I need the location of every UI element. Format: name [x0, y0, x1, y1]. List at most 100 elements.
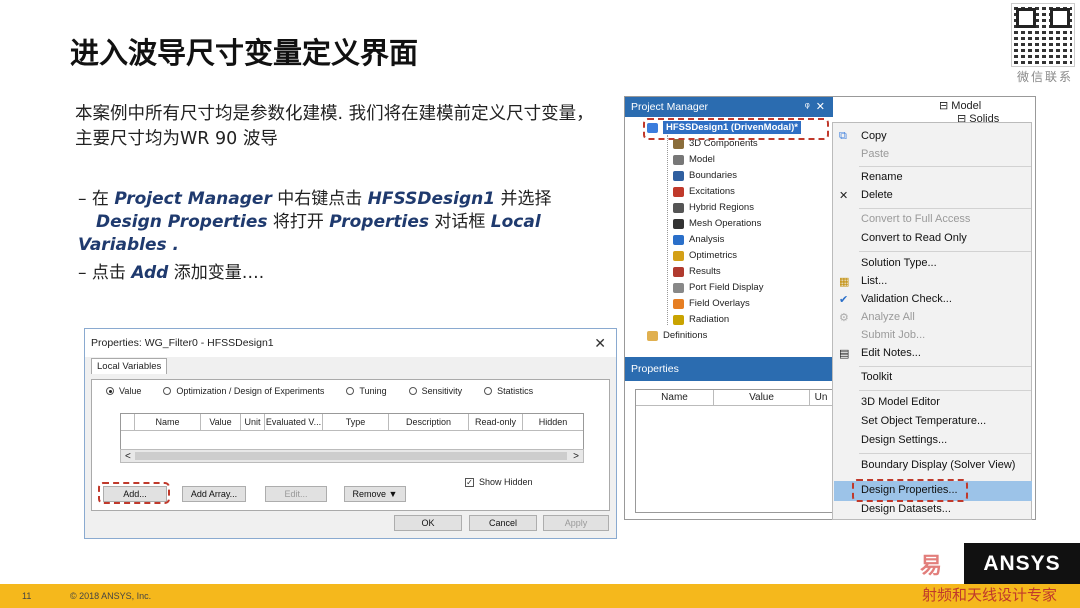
tree-item-optimetrics[interactable]: Optimetrics	[673, 250, 737, 261]
menu-item-convert-full-access[interactable]: Convert to Full Access	[861, 213, 970, 225]
tree-item-results[interactable]: Results	[673, 266, 721, 277]
properties-pane-title: Properties	[625, 357, 833, 381]
add-array-button[interactable]: Add Array...	[182, 486, 246, 502]
menu-item-paste[interactable]: Paste	[861, 148, 889, 160]
menu-item-rename[interactable]: Rename	[861, 171, 903, 183]
menu-item-submit-job[interactable]: Submit Job...	[861, 329, 925, 341]
menu-item-copy[interactable]: Copy	[861, 130, 887, 142]
tree-item-analysis[interactable]: Analysis	[673, 234, 724, 245]
cancel-button[interactable]: Cancel	[469, 515, 537, 531]
page-number: 11	[22, 591, 32, 601]
close-icon[interactable]: ✕	[816, 101, 825, 113]
column-header[interactable]: Value	[201, 414, 241, 430]
menu-item-analyze-all[interactable]: Analyze All	[861, 311, 915, 323]
remove-button[interactable]: Remove ▼	[344, 486, 406, 502]
results-icon	[673, 266, 684, 277]
copyright: © 2018 ANSYS, Inc.	[70, 591, 152, 601]
tree-label: Model	[951, 100, 982, 112]
scroll-right-icon[interactable]: >	[573, 451, 579, 462]
bullet-emphasis: Add	[131, 263, 169, 283]
radio-optimization[interactable]: Optimization / Design of Experiments	[163, 386, 324, 396]
slide-footer: 11 © 2018 ANSYS, Inc.	[0, 584, 1080, 608]
bullet-emphasis: Project Manager	[114, 189, 272, 209]
edit-button[interactable]: Edit...	[265, 486, 327, 502]
mode-radio-group: Value Optimization / Design of Experimen…	[106, 386, 555, 396]
bullet-emphasis: Properties	[329, 212, 429, 232]
tree-item-field-overlays[interactable]: Field Overlays	[673, 298, 750, 309]
menu-item-edit-notes[interactable]: Edit Notes...	[861, 347, 921, 359]
menu-item-design-datasets[interactable]: Design Datasets...	[861, 503, 951, 515]
field-overlays-icon	[673, 298, 684, 309]
column-header[interactable]: Description	[389, 414, 469, 430]
remove-label: Remove	[352, 489, 387, 499]
radio-icon	[408, 387, 417, 395]
list-icon: ▦	[839, 276, 850, 288]
radio-label: Optimization / Design of Experiments	[176, 386, 325, 396]
model-icon	[673, 154, 684, 165]
tree-line	[667, 135, 668, 325]
radio-sensitivity[interactable]: Sensitivity	[408, 386, 462, 396]
column-header[interactable]: Value	[714, 390, 810, 405]
column-header[interactable]: Unit	[241, 414, 265, 430]
show-hidden-checkbox[interactable]: ✓ Show Hidden	[465, 477, 533, 487]
menu-item-validation-check[interactable]: Validation Check...	[861, 293, 952, 305]
ok-button[interactable]: OK	[394, 515, 462, 531]
analyze-icon: ⚙	[839, 312, 849, 324]
radio-tuning[interactable]: Tuning	[346, 386, 387, 396]
menu-item-3d-model-editor[interactable]: 3D Model Editor	[861, 396, 940, 408]
menu-item-toolkit[interactable]: Toolkit	[861, 371, 892, 383]
tree-item-boundaries[interactable]: Boundaries	[673, 170, 737, 181]
column-header[interactable]: Hidden	[523, 414, 583, 430]
menu-item-boundary-display[interactable]: Boundary Display (Solver View)	[861, 459, 1015, 471]
dialog-title: Properties: WG_Filter0 - HFSSDesign1	[85, 329, 616, 357]
qr-code-image	[1011, 3, 1075, 67]
tree-label: Hybrid Regions	[689, 202, 754, 213]
column-header[interactable]: Evaluated V...	[265, 414, 323, 430]
model-tree-root[interactable]: ⊟ Model	[939, 99, 999, 112]
menu-item-set-object-temperature[interactable]: Set Object Temperature...	[861, 415, 986, 427]
tree-item-radiation[interactable]: Radiation	[673, 314, 729, 325]
analysis-icon	[673, 234, 684, 245]
tree-item-mesh-operations[interactable]: Mesh Operations	[673, 218, 761, 229]
bullet-text: 对话框	[428, 212, 491, 232]
scroll-thumb[interactable]	[135, 452, 567, 460]
properties-table[interactable]: Name Value Un	[635, 389, 833, 513]
tree-label: Field Overlays	[689, 298, 750, 309]
column-header[interactable]: Type	[323, 414, 389, 430]
bullet-text: 将打开	[267, 212, 330, 232]
menu-separator	[859, 208, 1031, 209]
menu-item-solution-type[interactable]: Solution Type...	[861, 257, 937, 269]
project-tree: HFSSDesign1 (DrivenModal)* 3D Components…	[625, 117, 833, 349]
tree-item-hybrid-regions[interactable]: Hybrid Regions	[673, 202, 754, 213]
tree-item-model[interactable]: Model	[673, 154, 715, 165]
radio-value[interactable]: Value	[106, 386, 141, 396]
menu-item-delete[interactable]: Delete	[861, 189, 893, 201]
bullet-emphasis: HFSSDesign1	[367, 189, 496, 209]
tree-label: Optimetrics	[689, 250, 738, 261]
tree-item-excitations[interactable]: Excitations	[673, 186, 735, 197]
tab-local-variables[interactable]: Local Variables	[91, 358, 168, 374]
apply-button[interactable]: Apply	[543, 515, 609, 531]
close-icon[interactable]: ✕	[594, 335, 606, 352]
tree-item-definitions[interactable]: Definitions	[647, 330, 707, 341]
column-header[interactable]: Name	[135, 414, 201, 430]
bullet-text: 并选择	[495, 189, 552, 209]
column-header[interactable]: Name	[636, 390, 714, 405]
tree-item-port-field-display[interactable]: Port Field Display	[673, 282, 763, 293]
radio-statistics[interactable]: Statistics	[484, 386, 533, 396]
pane-controls: ᵠ ✕	[805, 97, 825, 117]
properties-dialog: Properties: WG_Filter0 - HFSSDesign1 ✕ L…	[84, 328, 617, 539]
menu-separator	[859, 251, 1031, 252]
column-header[interactable]: Read-only	[469, 414, 523, 430]
menu-item-design-settings[interactable]: Design Settings...	[861, 434, 947, 446]
column-header[interactable]: Un	[810, 390, 832, 405]
menu-item-list[interactable]: List...	[861, 275, 887, 287]
mesh-icon	[673, 218, 684, 229]
tree-label: Results	[689, 266, 721, 277]
menu-item-convert-read-only[interactable]: Convert to Read Only	[861, 232, 967, 244]
scroll-left-icon[interactable]: <	[125, 451, 131, 462]
pin-icon[interactable]: ᵠ	[805, 101, 810, 113]
horizontal-scrollbar[interactable]: < >	[120, 449, 584, 463]
components-icon	[673, 138, 684, 149]
port-field-icon	[673, 282, 684, 293]
